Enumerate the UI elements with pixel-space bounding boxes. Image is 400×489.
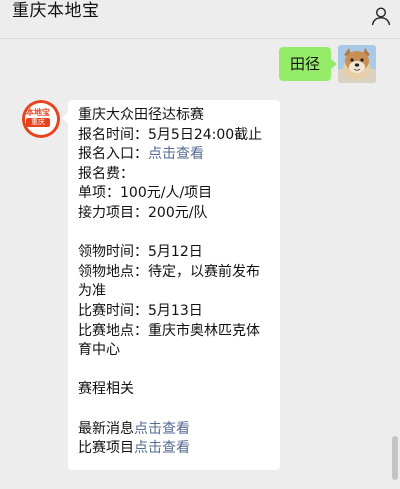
chat-header: 重庆本地宝 [0,0,400,39]
latest-news-link[interactable]: 点击查看 [134,421,190,437]
chat-title: 重庆本地宝 [12,1,100,21]
avatar-logo-city: 重庆 [26,118,50,127]
chat-window: 重庆本地宝 田径 本地宝 重庆 重庆大众田径达标赛 报名时间：5月5日24:00… [0,0,400,489]
signup-entry-label: 报名入口： [78,146,148,163]
signup-entry-link[interactable]: 点击查看 [148,146,204,162]
event-title: 重庆大众田径达标赛 [78,107,204,123]
scrollbar[interactable] [392,436,398,480]
avatar-logo-text: 本地宝 [26,108,50,117]
official-account-avatar[interactable]: 本地宝 重庆 [22,100,60,138]
events-link[interactable]: 点击查看 [134,440,190,456]
race-time: 比赛时间：5月13日 [78,302,203,319]
events-label: 比赛项目 [78,440,134,457]
outgoing-message: 田径 [0,45,400,87]
pickup-place: 领物地点：待定，以赛前发布为准 [78,263,260,300]
signup-time: 报名时间：5月5日24:00截止 [78,126,263,143]
user-avatar[interactable] [338,45,376,83]
pickup-time: 领物时间：5月12日 [78,244,203,261]
events: 比赛项目点击查看 [78,439,270,459]
latest-news: 最新消息点击查看 [78,420,270,440]
outgoing-bubble[interactable]: 田径 [278,47,338,81]
latest-news-label: 最新消息 [78,420,134,437]
fee-single: 单项：100元/人/项目 [78,185,213,202]
incoming-bubble: 重庆大众田径达标赛 报名时间：5月5日24:00截止 报名入口：点击查看 报名费… [62,100,280,470]
fee-label: 报名费： [78,165,134,182]
signup-entry: 报名入口：点击查看 [78,145,270,165]
person-icon[interactable] [370,5,392,27]
fee-relay: 接力项目：200元/队 [78,204,208,221]
schedule-heading: 赛程相关 [78,381,134,398]
race-place: 比赛地点：重庆市奥林匹克体育中心 [78,322,260,359]
